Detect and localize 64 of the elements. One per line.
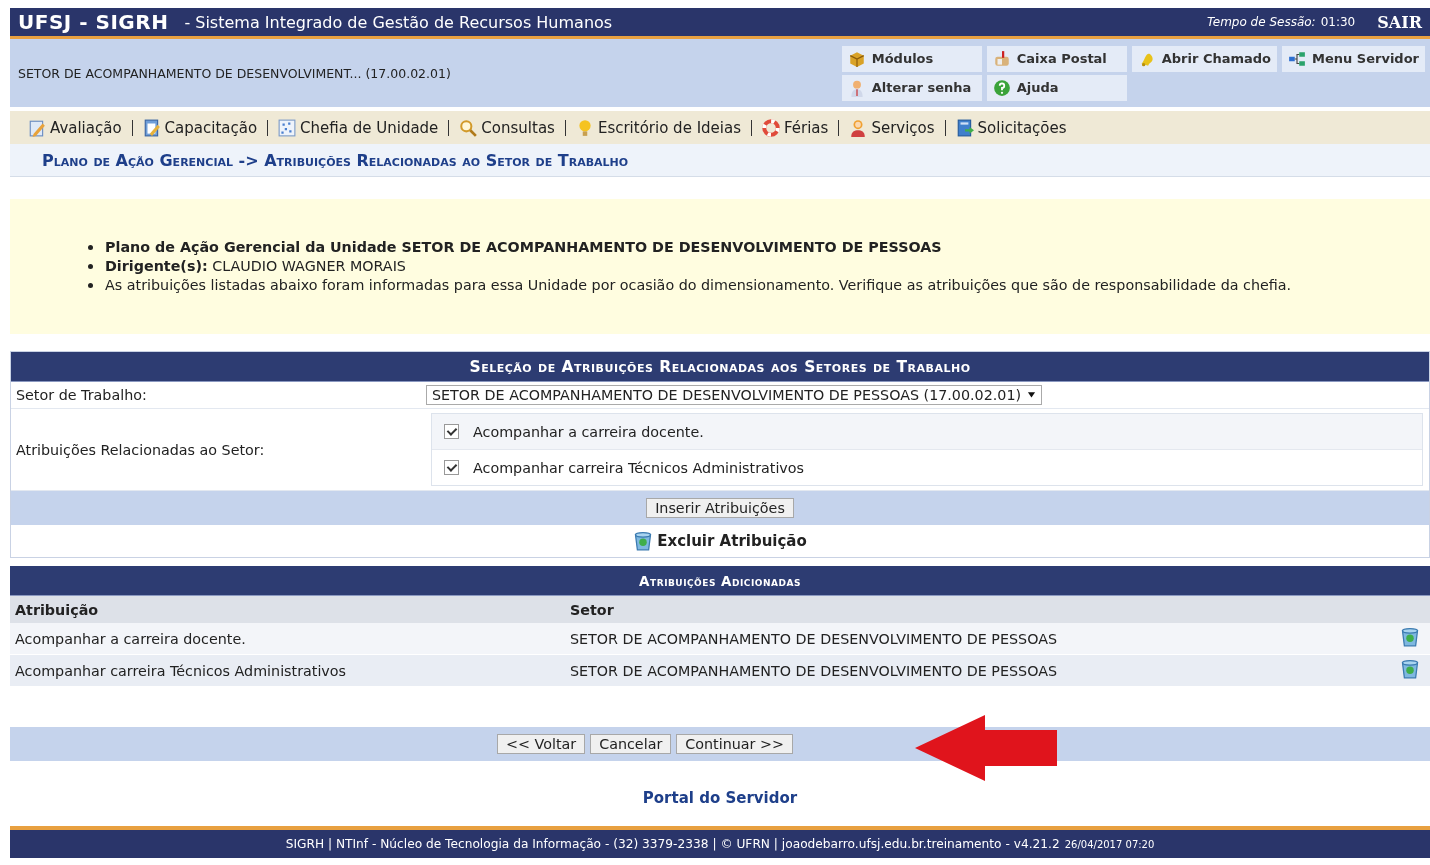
checkbox[interactable]	[444, 424, 459, 439]
checkbox-label: Acompanhar carreira Técnicos Administrativos	[473, 459, 805, 476]
session-label: Tempo de Sessão:	[1206, 15, 1316, 29]
grid-icon	[278, 118, 297, 137]
section-header: Seleção de Atribuições Relacionadas aos Setores de Trabalho	[11, 352, 1429, 382]
trash-icon[interactable]	[633, 531, 654, 551]
table-cell: Acompanhar carreira Técnicos Administrativos	[10, 654, 565, 687]
menu-item[interactable]: Escritório de Ideias	[597, 118, 741, 137]
pencil-icon	[28, 118, 46, 137]
footer-text: SIGRH | NTInf - Núcleo de Tecnologia da Informação - (32) 3379-2338 | © UFRN | joaodebarro.ufsj.edu.br.treinamento - v4.21.2	[285, 837, 1060, 851]
bullet-icon	[88, 283, 93, 288]
column-header: Setor	[565, 596, 1390, 623]
box-icon	[847, 49, 866, 68]
sector-dropdown[interactable]: SETOR DE ACOMPANHAMENTO DE DESENVOLVIMENTO DE PESSOAS (17.00.02.01)	[426, 385, 1043, 405]
shortcut-button[interactable]: Alterar senha	[841, 74, 982, 101]
bullet-icon	[88, 245, 93, 250]
menu-item[interactable]: Solicitações	[977, 118, 1067, 137]
column-header: Atribuição	[10, 596, 565, 623]
checkbox[interactable]	[444, 460, 459, 475]
shortcut-button[interactable]: Caixa Postal	[986, 45, 1127, 72]
menu-item[interactable]: Serviços	[871, 118, 935, 137]
logout-link[interactable]: SAIR	[1377, 12, 1422, 32]
nav-button[interactable]: Continuar >>	[676, 734, 793, 754]
footer-timestamp: 26/04/2017 07:20	[1064, 838, 1155, 850]
bullet-icon	[88, 264, 93, 269]
shortcut-button[interactable]: Ajuda	[986, 74, 1127, 101]
legend-text: Excluir Atribuição	[657, 532, 807, 550]
search-icon	[459, 118, 478, 137]
field-label: Atribuições Relacionadas ao Setor:	[15, 441, 266, 458]
menu-item[interactable]: Capacitação	[164, 118, 258, 137]
notepad-icon	[142, 118, 161, 137]
shortcut-button[interactable]: Abrir Chamado	[1131, 45, 1278, 72]
document-icon	[955, 118, 974, 137]
notice-text: Dirigente(s): CLAUDIO WAGNER MORAIS	[105, 257, 406, 276]
breadcrumb: Plano de Ação Gerencial -> Atribuições Relacionadas ao Setor de Trabalho	[42, 150, 629, 170]
table-cell: Acompanhar a carreira docente.	[10, 623, 565, 655]
nav-button[interactable]: << Voltar	[497, 734, 586, 754]
lifebuoy-icon	[762, 118, 780, 137]
shortcut-button[interactable]: Módulos	[841, 45, 982, 72]
system-subtitle: - Sistema Integrado de Gestão de Recursos Humanos	[184, 12, 613, 32]
section-header: Atribuições Adicionadas	[10, 566, 1430, 596]
sitemap-icon	[1288, 49, 1307, 68]
shortcut-button[interactable]: Menu Servidor	[1282, 45, 1425, 72]
table-cell: SETOR DE ACOMPANHAMENTO DE DESENVOLVIMENTO DE PESSOAS	[565, 623, 1390, 655]
notice-text: Plano de Ação Gerencial da Unidade SETOR DE ACOMPANHAMENTO DE DESENVOLVIMENTO DE PESSOAS	[105, 238, 942, 257]
menu-item[interactable]: Férias	[784, 118, 829, 137]
checkbox-label: Acompanhar a carreira docente.	[473, 423, 704, 440]
system-title: UFSJ - SIGRH	[18, 10, 169, 34]
menu-item[interactable]: Avaliação	[50, 118, 122, 137]
trash-icon[interactable]	[1400, 627, 1420, 647]
person-icon	[849, 118, 868, 137]
nav-button[interactable]: Cancelar	[590, 734, 672, 754]
insert-button[interactable]: Inserir Atribuições	[646, 498, 794, 518]
session-time: 01:30	[1320, 15, 1356, 29]
portal-link[interactable]: Portal do Servidor	[642, 789, 798, 807]
mailbox-icon	[992, 49, 1011, 68]
notice-text: As atribuições listadas abaixo foram informadas para essa Unidade por ocasião do dimensionamento. Verifique as atribuições que são de responsabilidade da chefia.	[105, 276, 1292, 295]
field-label: Setor de Trabalho:	[15, 387, 148, 403]
menu-item[interactable]: Chefia de Unidade	[300, 118, 439, 137]
trash-icon[interactable]	[1400, 659, 1420, 679]
menu-item[interactable]: Consultas	[481, 118, 555, 137]
help-icon	[992, 78, 1011, 97]
table-cell: SETOR DE ACOMPANHAMENTO DE DESENVOLVIMENTO DE PESSOAS	[565, 654, 1390, 687]
unit-name: SETOR DE ACOMPANHAMENTO DE DESENVOLVIMENT... (17.00.02.01)	[18, 65, 452, 81]
